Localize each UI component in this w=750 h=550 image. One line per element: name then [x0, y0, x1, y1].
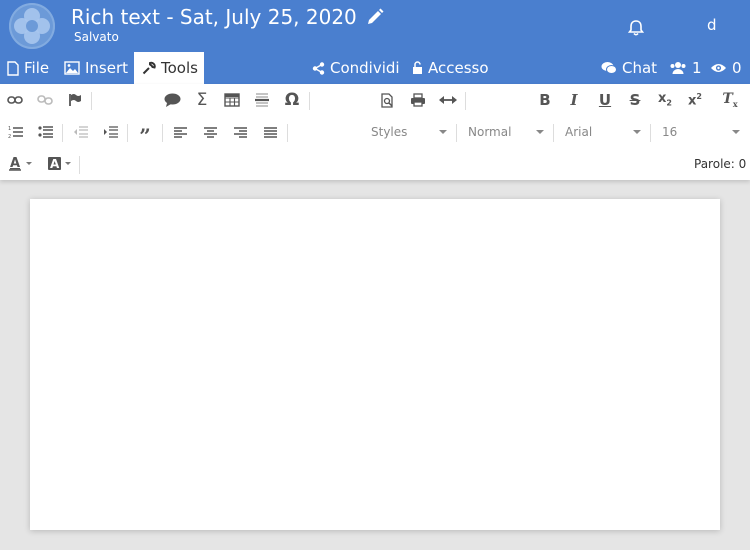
menu-insert-label: Insert	[85, 59, 129, 77]
viewers-count: 0	[732, 59, 742, 77]
background-color-button[interactable]: A	[45, 153, 75, 175]
link-icon[interactable]	[4, 89, 26, 111]
app-header: Rich text - Sat, July 25, 2020 Salvato d	[0, 0, 750, 52]
svg-text:1: 1	[8, 126, 11, 132]
file-icon	[7, 60, 19, 76]
blockquote-icon[interactable]: ”	[134, 121, 156, 146]
style-select[interactable]: Styles	[371, 122, 447, 142]
lock-open-icon	[413, 61, 422, 74]
size-select-value: 16	[662, 125, 678, 139]
outdent-icon[interactable]	[69, 121, 91, 143]
menu-tools-label: Tools	[161, 59, 198, 77]
users-icon	[670, 62, 686, 74]
sigma-icon[interactable]: Σ	[191, 89, 213, 111]
print-icon[interactable]	[407, 89, 429, 111]
text-color-button[interactable]: A	[6, 153, 36, 175]
size-select[interactable]: 16	[662, 122, 740, 142]
subscript-button[interactable]: x2	[654, 89, 676, 111]
wrench-icon	[142, 61, 156, 75]
align-right-icon[interactable]	[229, 121, 251, 143]
svg-text:2: 2	[8, 134, 11, 139]
chat-icon	[601, 62, 617, 74]
word-count: Parole: 0	[694, 157, 747, 171]
svg-text:A: A	[50, 157, 60, 171]
strikethrough-button[interactable]: S	[624, 89, 646, 111]
table-icon[interactable]	[221, 89, 243, 111]
chevron-down-icon	[536, 130, 544, 134]
user-avatar[interactable]: d	[707, 16, 717, 34]
underline-button[interactable]: U	[594, 89, 616, 111]
indent-icon[interactable]	[99, 121, 121, 143]
svg-text:A: A	[10, 156, 20, 171]
app-logo[interactable]	[9, 3, 55, 49]
toolbar-separator	[127, 124, 128, 142]
preview-icon[interactable]	[377, 89, 399, 111]
toolbar-separator	[553, 124, 554, 142]
omega-icon[interactable]: Ω	[281, 89, 303, 111]
document-page[interactable]	[30, 199, 720, 530]
access-label: Accesso	[428, 59, 489, 77]
editor-toolbar: Σ Ω B I U S x2 x2 Tx 12 ” Styles Normal …	[0, 84, 750, 180]
menu-file-label: File	[24, 59, 50, 77]
chat-label: Chat	[622, 59, 658, 77]
toolbar-separator	[465, 92, 466, 110]
share-icon	[312, 61, 325, 75]
toolbar-separator	[456, 124, 457, 142]
users-count: 1	[692, 59, 702, 77]
access-button[interactable]: Accesso	[412, 52, 489, 84]
flag-icon[interactable]	[64, 89, 86, 111]
toolbar-separator	[309, 92, 310, 110]
menu-file[interactable]: File	[7, 52, 49, 84]
toolbar-separator	[62, 124, 63, 142]
align-left-icon[interactable]	[169, 121, 191, 143]
toolbar-separator	[91, 92, 92, 110]
image-icon	[64, 61, 80, 75]
save-status: Salvato	[74, 30, 119, 44]
bell-icon[interactable]	[626, 18, 646, 38]
bullet-list-icon[interactable]	[34, 121, 56, 143]
superscript-button[interactable]: x2	[684, 89, 706, 111]
align-center-icon[interactable]	[199, 121, 221, 143]
menu-tools[interactable]: Tools	[134, 52, 204, 84]
document-title[interactable]: Rich text - Sat, July 25, 2020	[71, 5, 357, 29]
format-select-value: Normal	[468, 125, 512, 139]
chat-button[interactable]: Chat	[601, 52, 657, 84]
comment-icon[interactable]	[161, 89, 183, 111]
viewers-button[interactable]: 0	[710, 52, 742, 84]
align-justify-icon[interactable]	[259, 121, 281, 143]
eye-icon	[711, 64, 726, 72]
style-select-value: Styles	[371, 125, 408, 139]
font-select-value: Arial	[565, 125, 593, 139]
users-button[interactable]: 1	[669, 52, 702, 84]
format-select[interactable]: Normal	[468, 122, 544, 142]
menu-bar: File Insert Tools Condividi Accesso Chat…	[0, 52, 750, 84]
toolbar-separator	[287, 124, 288, 142]
horizontal-line-icon[interactable]	[251, 89, 273, 111]
menu-insert[interactable]: Insert	[64, 52, 128, 84]
pencil-icon[interactable]	[366, 7, 384, 25]
chevron-down-icon	[732, 130, 740, 134]
italic-button[interactable]: I	[563, 89, 585, 111]
toolbar-separator	[162, 124, 163, 142]
bold-button[interactable]: B	[534, 89, 556, 111]
clear-format-button[interactable]: Tx	[719, 89, 741, 111]
unlink-icon[interactable]	[34, 89, 56, 111]
toolbar-separator	[79, 156, 80, 174]
chevron-down-icon	[633, 130, 641, 134]
chevron-down-icon	[439, 130, 447, 134]
ordered-list-icon[interactable]: 12	[4, 121, 26, 143]
share-button[interactable]: Condividi	[312, 52, 400, 84]
share-label: Condividi	[330, 59, 400, 77]
arrows-horizontal-icon[interactable]	[437, 89, 459, 111]
font-select[interactable]: Arial	[565, 122, 641, 142]
toolbar-separator	[650, 124, 651, 142]
